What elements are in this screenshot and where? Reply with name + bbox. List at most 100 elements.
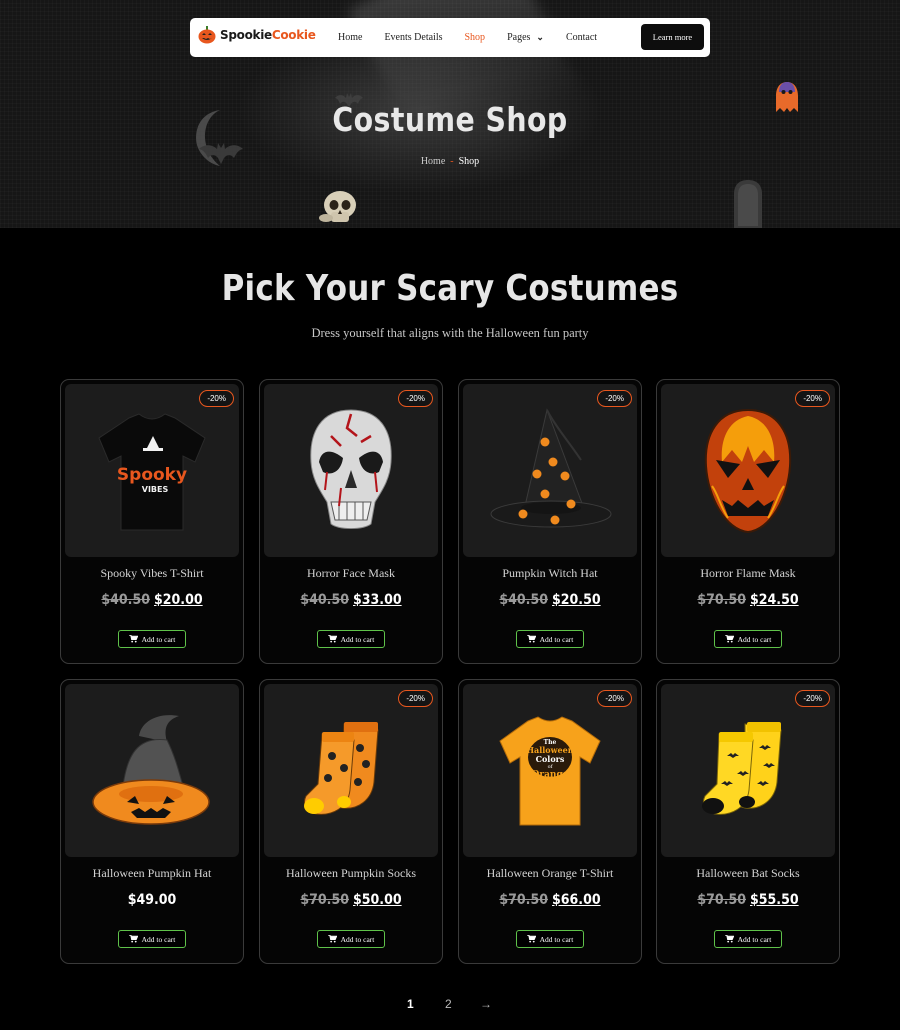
add-to-cart-button[interactable]: Add to cart bbox=[317, 630, 385, 648]
learn-more-button[interactable]: Learn more bbox=[641, 24, 704, 50]
brand-logo[interactable]: SpookieCookie bbox=[198, 26, 316, 44]
nav-link-pages-label: Pages bbox=[507, 32, 531, 43]
product-image[interactable]: -20% bbox=[264, 684, 438, 857]
add-to-cart-button[interactable]: Add to cart bbox=[516, 930, 584, 948]
product-image[interactable]: -20% bbox=[264, 384, 438, 557]
nav-link-events-details[interactable]: Events Details bbox=[384, 32, 442, 43]
product-price: $40.50 $20.50 bbox=[459, 592, 641, 608]
breadcrumb-separator: - bbox=[450, 156, 454, 167]
add-to-cart-label: Add to cart bbox=[141, 634, 176, 644]
next-page-arrow-icon[interactable]: → bbox=[480, 997, 492, 1011]
pumpkin-logo-icon bbox=[198, 26, 216, 44]
section-title: Pick Your Scary Costumes bbox=[221, 268, 679, 309]
add-to-cart-label: Add to cart bbox=[340, 634, 375, 644]
old-price: $40.50 bbox=[300, 592, 349, 608]
add-to-cart-button[interactable]: Add to cart bbox=[118, 630, 186, 648]
product-name[interactable]: Halloween Orange T-Shirt bbox=[459, 866, 641, 881]
product-image[interactable]: -20% bbox=[661, 684, 835, 857]
add-to-cart-label: Add to cart bbox=[737, 634, 772, 644]
nav-link-shop[interactable]: Shop bbox=[465, 32, 486, 43]
product-name[interactable]: Halloween Pumpkin Hat bbox=[61, 866, 243, 881]
product-price: $40.50 $20.00 bbox=[61, 592, 243, 608]
add-to-cart-label: Add to cart bbox=[340, 934, 375, 944]
page-2-button[interactable]: 2 bbox=[445, 997, 452, 1011]
cart-icon bbox=[327, 635, 337, 643]
page-title: Costume Shop bbox=[332, 100, 568, 139]
current-price: $20.00 bbox=[154, 592, 203, 608]
product-card[interactable]: Halloween Pumpkin Hat $49.00 Add to cart bbox=[60, 679, 244, 964]
add-to-cart-button[interactable]: Add to cart bbox=[516, 630, 584, 648]
old-price: $70.50 bbox=[697, 892, 746, 908]
discount-badge: -20% bbox=[597, 690, 632, 707]
old-price: $40.50 bbox=[101, 592, 150, 608]
chevron-down-icon: ⌄ bbox=[536, 32, 544, 42]
discount-badge: -20% bbox=[795, 390, 830, 407]
current-price: $66.00 bbox=[552, 892, 601, 908]
pumpkin-hat-image bbox=[92, 714, 210, 825]
skull-mask-image bbox=[310, 408, 392, 529]
orange-tshirt-image: The Halloween Colors of Orange bbox=[499, 715, 601, 825]
product-price: $70.50 $24.50 bbox=[657, 592, 839, 608]
flame-mask-image bbox=[704, 408, 792, 533]
product-name[interactable]: Halloween Pumpkin Socks bbox=[260, 866, 442, 881]
breadcrumb: Home - Shop bbox=[0, 156, 900, 167]
page-1-button[interactable]: 1 bbox=[407, 997, 414, 1011]
product-price: $70.50 $66.00 bbox=[459, 892, 641, 908]
add-to-cart-button[interactable]: Add to cart bbox=[714, 630, 782, 648]
product-name[interactable]: Horror Flame Mask bbox=[657, 566, 839, 581]
old-price: $40.50 bbox=[499, 592, 548, 608]
product-image[interactable]: The Halloween Colors of Orange -20% bbox=[463, 684, 637, 857]
cart-icon bbox=[128, 635, 138, 643]
cart-icon bbox=[327, 935, 337, 943]
add-to-cart-button[interactable]: Add to cart bbox=[118, 930, 186, 948]
product-price: $40.50 $33.00 bbox=[260, 592, 442, 608]
tombstone-icon bbox=[734, 180, 762, 228]
nav-link-home[interactable]: Home bbox=[338, 32, 362, 43]
product-image[interactable]: Spooky VIBES -20% bbox=[65, 384, 239, 557]
product-name[interactable]: Halloween Bat Socks bbox=[657, 866, 839, 881]
product-price: $70.50 $55.50 bbox=[657, 892, 839, 908]
product-image[interactable] bbox=[65, 684, 239, 857]
nav-link-pages[interactable]: Pages ⌄ bbox=[507, 32, 544, 43]
add-to-cart-button[interactable]: Add to cart bbox=[317, 930, 385, 948]
breadcrumb-current: Shop bbox=[458, 156, 480, 167]
product-price: $70.50 $50.00 bbox=[260, 892, 442, 908]
section-subtitle: Dress yourself that aligns with the Hall… bbox=[311, 326, 589, 340]
cart-icon bbox=[128, 935, 138, 943]
product-card[interactable]: -20% Halloween Bat Socks $70.50 $55.50 Ad… bbox=[656, 679, 840, 964]
add-to-cart-button[interactable]: Add to cart bbox=[714, 930, 782, 948]
old-price: $70.50 bbox=[499, 892, 548, 908]
product-name[interactable]: Spooky Vibes T-Shirt bbox=[61, 566, 243, 581]
discount-badge: -20% bbox=[398, 690, 433, 707]
product-image[interactable]: -20% bbox=[463, 384, 637, 557]
product-card[interactable]: The Halloween Colors of Orange -20% Hall… bbox=[458, 679, 642, 964]
old-price: $70.50 bbox=[697, 592, 746, 608]
orange-tshirt-print-line3: Colors bbox=[536, 754, 565, 764]
current-price: $20.50 bbox=[552, 592, 601, 608]
current-price: $33.00 bbox=[353, 592, 402, 608]
tshirt-print-line2: VIBES bbox=[142, 485, 169, 494]
nav-link-contact[interactable]: Contact bbox=[566, 32, 597, 43]
current-price: $55.50 bbox=[750, 892, 799, 908]
tshirt-print-line1: Spooky bbox=[117, 465, 187, 485]
add-to-cart-label: Add to cart bbox=[539, 634, 574, 644]
nav-links: Home Events Details Shop Pages ⌄ Contact bbox=[338, 18, 619, 57]
product-name[interactable]: Horror Face Mask bbox=[260, 566, 442, 581]
product-name[interactable]: Pumpkin Witch Hat bbox=[459, 566, 641, 581]
brand-name-part1: Spookie bbox=[220, 28, 272, 42]
add-to-cart-label: Add to cart bbox=[539, 934, 574, 944]
add-to-cart-label: Add to cart bbox=[141, 934, 176, 944]
breadcrumb-home[interactable]: Home bbox=[421, 156, 445, 167]
product-card[interactable]: -20% Halloween Pumpkin Socks $70.50 $50.0… bbox=[259, 679, 443, 964]
product-image[interactable]: -20% bbox=[661, 384, 835, 557]
cart-icon bbox=[724, 635, 734, 643]
product-card[interactable]: -20% Horror Flame Mask $70.50 $24.50 Add … bbox=[656, 379, 840, 664]
current-price: $50.00 bbox=[353, 892, 402, 908]
pumpkin-socks-image bbox=[303, 721, 379, 815]
product-card[interactable]: -20% Pumpkin Witch Hat $40.50 $20.50 Add … bbox=[458, 379, 642, 664]
product-card[interactable]: Spooky VIBES -20% Spooky Vibes T-Shirt $… bbox=[60, 379, 244, 664]
product-card[interactable]: -20% Horror Face Mask $40.50 $33.00 Add t… bbox=[259, 379, 443, 664]
discount-badge: -20% bbox=[398, 390, 433, 407]
current-price: $24.50 bbox=[750, 592, 799, 608]
old-price: $70.50 bbox=[300, 892, 349, 908]
